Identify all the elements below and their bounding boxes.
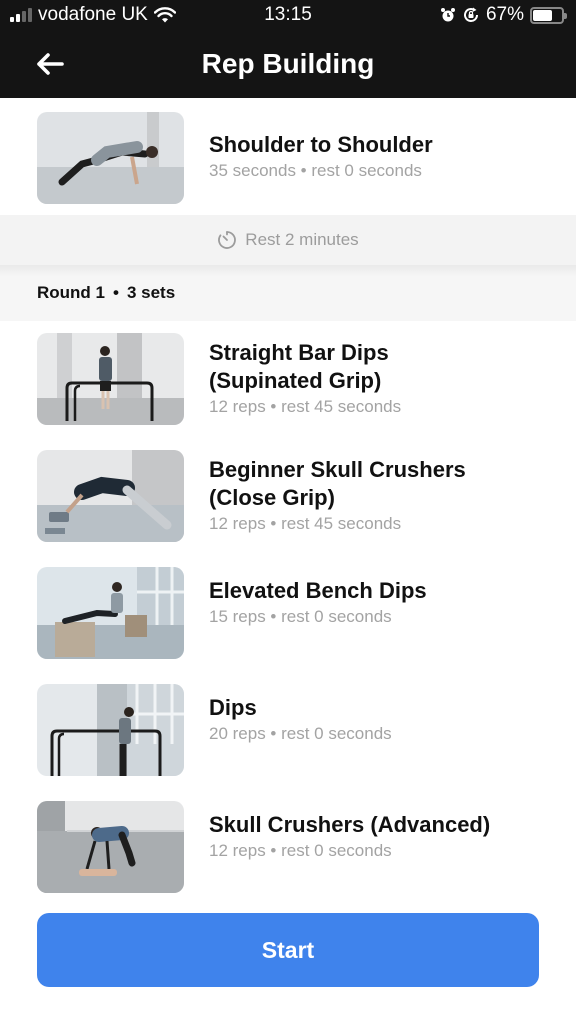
exercise-thumbnail — [37, 333, 184, 425]
exercise-text: Skull Crushers (Advanced) 12 reps • rest… — [209, 811, 556, 863]
nav-bar: Rep Building — [0, 32, 576, 98]
exercise-name-line1: Straight Bar Dips — [209, 340, 389, 365]
exercise-detail: 12 reps • rest 45 seconds — [209, 514, 402, 533]
status-right: 67% — [440, 4, 567, 26]
exercise-item[interactable]: Beginner Skull Crushers (Close Grip) 12 … — [0, 438, 576, 555]
status-bar: vodafone UK 13:15 67% — [0, 0, 576, 32]
exercise-detail: 12 reps • rest 45 seconds — [209, 397, 402, 416]
exercise-text: Elevated Bench Dips 15 reps • rest 0 sec… — [209, 577, 556, 629]
round-separator: • — [113, 283, 119, 302]
exercise-text: Straight Bar Dips (Supinated Grip) 12 re… — [209, 339, 556, 419]
exercise-text: Beginner Skull Crushers (Close Grip) 12 … — [209, 456, 556, 536]
page-title: Rep Building — [201, 48, 375, 79]
exercise-text: Dips 20 reps • rest 0 seconds — [209, 694, 556, 746]
exercise-name-line1: Beginner Skull Crushers — [209, 457, 466, 482]
exercise-thumbnail — [37, 801, 184, 893]
exercise-item[interactable]: Straight Bar Dips (Supinated Grip) 12 re… — [0, 321, 576, 438]
exercise-name: Dips — [209, 695, 257, 720]
exercise-list: Shoulder to Shoulder 35 seconds • rest 0… — [0, 98, 576, 906]
round-header: Round 1 • 3 sets — [0, 265, 576, 321]
exercise-detail: 15 reps • rest 0 seconds — [209, 607, 392, 626]
exercise-detail: 12 reps • rest 0 seconds — [209, 841, 392, 860]
exercise-name-line2: (Supinated Grip) — [209, 368, 382, 393]
exercise-text: Shoulder to Shoulder 35 seconds • rest 0… — [209, 131, 556, 183]
rotation-lock-icon — [464, 7, 478, 22]
start-button[interactable]: Start — [37, 913, 539, 987]
battery-percent: 67% — [485, 4, 524, 25]
exercise-item[interactable]: Elevated Bench Dips 15 reps • rest 0 sec… — [0, 555, 576, 672]
exercise-item-shoulder-to-shoulder[interactable]: Shoulder to Shoulder 35 seconds • rest 0… — [0, 98, 576, 215]
exercise-thumbnail — [37, 684, 184, 776]
exercise-detail: 35 seconds • rest 0 seconds — [209, 161, 422, 180]
timer-icon — [218, 231, 237, 249]
exercise-item[interactable]: Dips 20 reps • rest 0 seconds — [0, 672, 576, 789]
exercise-thumbnail — [37, 567, 184, 659]
battery-icon — [530, 6, 567, 24]
battery-fill — [533, 9, 552, 21]
alarm-icon — [440, 8, 455, 22]
rest-bar: Rest 2 minutes — [0, 215, 576, 265]
rest-label: Rest 2 minutes — [245, 230, 359, 249]
footer: Start — [0, 895, 576, 1024]
exercise-item[interactable]: Skull Crushers (Advanced) 12 reps • rest… — [0, 789, 576, 906]
round-sets: 3 sets — [126, 283, 176, 302]
exercise-name: Elevated Bench Dips — [209, 578, 427, 603]
exercise-name: Skull Crushers (Advanced) — [209, 812, 491, 837]
exercise-thumbnail — [37, 450, 184, 542]
round-label: Round 1 — [37, 283, 105, 302]
exercise-detail: 20 reps • rest 0 seconds — [209, 724, 392, 743]
exercise-thumbnail — [37, 112, 184, 204]
exercise-name: Shoulder to Shoulder — [209, 132, 433, 157]
exercise-name-line2: (Close Grip) — [209, 485, 335, 510]
